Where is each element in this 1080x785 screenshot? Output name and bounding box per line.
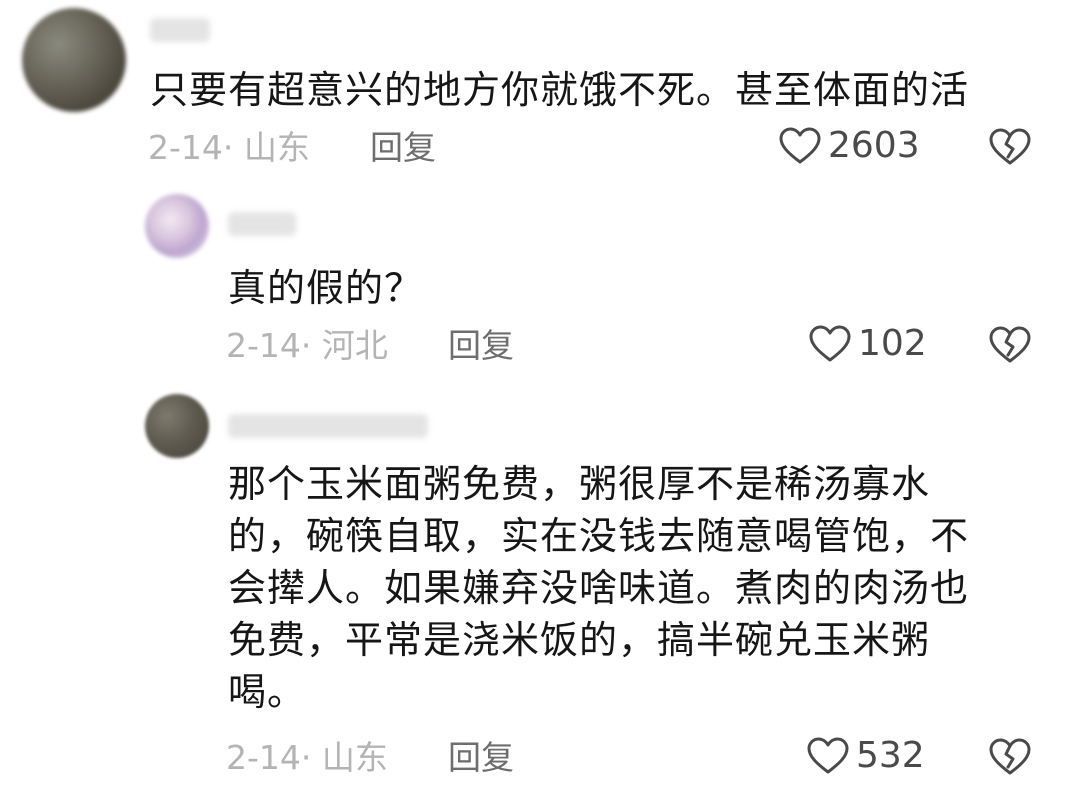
comment-text: 只要有超意兴的地方你就饿不死。甚至体面的活 — [150, 68, 970, 112]
comment-date-location: 2-14· 河北 — [226, 326, 388, 365]
comment-text-line: 免费，平常是浇米饭的，搞半碗兑玉米粥 — [228, 618, 931, 662]
comment-text-line: 会撵人。如果嫌弃没啥味道。煮肉的肉汤也 — [228, 566, 970, 610]
comment-text: 那个玉米面粥免费，粥很厚不是稀汤寡水 的，碗筷自取，实在没钱去随意喝管饱，不 会… — [228, 458, 1048, 718]
username-blurred[interactable] — [228, 212, 296, 236]
reply-button[interactable]: 回复 — [448, 326, 514, 366]
avatar[interactable] — [145, 394, 209, 458]
avatar[interactable] — [22, 8, 126, 112]
like-button[interactable]: 102 — [808, 322, 927, 366]
like-button[interactable]: 2603 — [778, 124, 920, 168]
username-blurred[interactable] — [150, 18, 210, 42]
broken-heart-icon[interactable] — [988, 124, 1032, 168]
comment-text: 真的假的？ — [228, 266, 424, 310]
comment-date-location: 2-14· 山东 — [148, 128, 310, 167]
comment-date-location: 2-14· 山东 — [226, 738, 388, 777]
like-count: 2603 — [828, 125, 920, 166]
avatar[interactable] — [145, 194, 209, 258]
heart-outline-icon — [807, 737, 849, 774]
reply-button[interactable]: 回复 — [448, 738, 514, 778]
comment-text-line: 喝。 — [228, 670, 307, 714]
heart-outline-icon — [809, 325, 851, 362]
broken-heart-icon[interactable] — [988, 322, 1032, 366]
heart-outline-icon — [779, 127, 821, 164]
broken-heart-icon[interactable] — [988, 734, 1032, 778]
username-blurred[interactable] — [228, 414, 428, 438]
like-count: 102 — [858, 323, 927, 364]
like-count: 532 — [856, 735, 925, 776]
comment-text-line: 的，碗筷自取，实在没钱去随意喝管饱，不 — [228, 514, 970, 558]
comment-text-line: 那个玉米面粥免费，粥很厚不是稀汤寡水 — [228, 462, 931, 506]
like-button[interactable]: 532 — [806, 734, 925, 778]
reply-button[interactable]: 回复 — [370, 128, 436, 168]
